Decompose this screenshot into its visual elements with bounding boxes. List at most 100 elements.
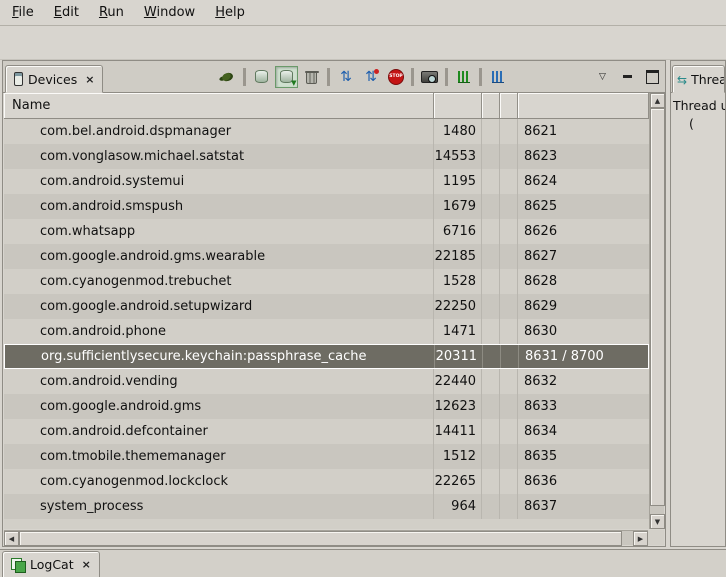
column-header-spare2[interactable] <box>500 93 518 118</box>
scrollbar-corner <box>648 530 664 545</box>
com.whatsapp[interactable]: com.whatsapp 6716 8626 <box>4 219 649 244</box>
process-pid: 964 <box>434 494 482 519</box>
process-port: 8631 / 8700 <box>519 345 648 368</box>
system_process[interactable]: system_process 964 8637 <box>4 494 649 519</box>
scroll-down-icon[interactable]: ▼ <box>650 514 665 529</box>
threads-panel: Threads Thread up ( <box>670 60 726 547</box>
com.android.systemui[interactable]: com.android.systemui 1195 8624 <box>4 169 649 194</box>
process-pid: 20311 <box>435 345 483 368</box>
com.cyanogenmod.trebuchet[interactable]: com.cyanogenmod.trebuchet 1528 8628 <box>4 269 649 294</box>
process-name: com.cyanogenmod.trebuchet <box>4 269 434 294</box>
stop-process-icon[interactable]: STOP <box>384 66 407 88</box>
device-icon <box>14 72 23 86</box>
process-port: 8629 <box>518 294 649 319</box>
process-port: 8623 <box>518 144 649 169</box>
process-name: com.android.smspush <box>4 194 434 219</box>
process-name: com.cyanogenmod.lockclock <box>4 469 434 494</box>
process-name: com.android.systemui <box>4 169 434 194</box>
process-pid: 6716 <box>434 219 482 244</box>
tab-devices[interactable]: Devices × <box>5 65 103 93</box>
debug-process-icon[interactable] <box>216 66 239 88</box>
minimize-icon[interactable] <box>616 66 639 88</box>
process-port: 8628 <box>518 269 649 294</box>
vertical-scrollbar[interactable]: ▲ ▼ <box>649 93 664 529</box>
menu-item[interactable]: Help <box>205 2 255 23</box>
column-header-port[interactable] <box>518 93 649 118</box>
process-name: org.sufficientlysecure.keychain:passphra… <box>5 345 435 368</box>
logcat-icon <box>11 558 25 572</box>
process-name: com.vonglasow.michael.satstat <box>4 144 434 169</box>
cause-gc-icon[interactable] <box>300 66 323 88</box>
process-pid: 1195 <box>434 169 482 194</box>
scroll-left-icon[interactable]: ◀ <box>4 531 19 546</box>
process-pid: 1512 <box>434 444 482 469</box>
process-pid: 22265 <box>434 469 482 494</box>
horizontal-scrollbar[interactable]: ◀ ▶ <box>4 530 648 545</box>
com.android.defcontainer[interactable]: com.android.defcontainer 14411 8634 <box>4 419 649 444</box>
threads-message-line1: Thread up <box>673 97 725 115</box>
tab-devices-label: Devices <box>28 72 77 87</box>
view-menu-icon[interactable]: ▽ <box>591 66 614 88</box>
toolbar-icon <box>327 68 330 86</box>
logcat-strip: LogCat × <box>0 549 726 577</box>
update-threads-icon[interactable] <box>334 66 357 88</box>
threads-message-line2: ( <box>673 115 725 133</box>
tab-logcat[interactable]: LogCat × <box>2 551 100 577</box>
com.cyanogenmod.lockclock[interactable]: com.cyanogenmod.lockclock 22265 8636 <box>4 469 649 494</box>
start-opengl-trace-icon[interactable] <box>486 66 509 88</box>
tab-threads[interactable]: Threads <box>672 65 725 93</box>
column-header-spare1[interactable] <box>482 93 500 118</box>
process-pid: 22440 <box>434 369 482 394</box>
process-port: 8637 <box>518 494 649 519</box>
process-pid: 1480 <box>434 119 482 144</box>
process-name: com.whatsapp <box>4 219 434 244</box>
scroll-right-icon[interactable]: ▶ <box>633 531 648 546</box>
dump-hprof-icon[interactable] <box>275 66 298 88</box>
process-port: 8632 <box>518 369 649 394</box>
menu-item[interactable]: Run <box>89 2 134 23</box>
com.android.vending[interactable]: com.android.vending 22440 8632 <box>4 369 649 394</box>
process-port: 8635 <box>518 444 649 469</box>
process-name: com.google.android.setupwizard <box>4 294 434 319</box>
process-name: com.google.android.gms <box>4 394 434 419</box>
column-header-pid[interactable] <box>434 93 482 118</box>
close-icon[interactable]: × <box>85 73 94 86</box>
process-port: 8625 <box>518 194 649 219</box>
toolbar-icon <box>511 66 589 88</box>
menu-item[interactable]: Edit <box>44 2 89 23</box>
threads-message: Thread up ( <box>671 93 725 133</box>
process-pid: 14411 <box>434 419 482 444</box>
process-name: com.tmobile.thememanager <box>4 444 434 469</box>
close-icon[interactable]: × <box>82 558 91 571</box>
table-header: Name <box>4 93 649 119</box>
update-heap-icon[interactable] <box>250 66 273 88</box>
toolbar-icon <box>445 68 448 86</box>
com.tmobile.thememanager[interactable]: com.tmobile.thememanager 1512 8635 <box>4 444 649 469</box>
vertical-scroll-thumb[interactable] <box>650 108 665 506</box>
threads-icon <box>677 72 687 87</box>
process-name: com.android.defcontainer <box>4 419 434 444</box>
com.android.smspush[interactable]: com.android.smspush 1679 8625 <box>4 194 649 219</box>
com.android.phone[interactable]: com.android.phone 1471 8630 <box>4 319 649 344</box>
menu-item[interactable]: Window <box>134 2 205 23</box>
process-port: 8621 <box>518 119 649 144</box>
horizontal-scroll-thumb[interactable] <box>19 531 622 546</box>
capture-system-trace-icon[interactable] <box>452 66 475 88</box>
process-name: com.bel.android.dspmanager <box>4 119 434 144</box>
com.vonglasow.michael.satstat[interactable]: com.vonglasow.michael.satstat 14553 8623 <box>4 144 649 169</box>
scroll-up-icon[interactable]: ▲ <box>650 93 665 108</box>
maximize-icon[interactable] <box>641 66 664 88</box>
com.bel.android.dspmanager[interactable]: com.bel.android.dspmanager 1480 8621 <box>4 119 649 144</box>
com.google.android.gms.wearable[interactable]: com.google.android.gms.wearable 22185 86… <box>4 244 649 269</box>
org.sufficientlysecure.keychain:passphrase_cache[interactable]: org.sufficientlysecure.keychain:passphra… <box>4 344 649 369</box>
com.google.android.gms[interactable]: com.google.android.gms 12623 8633 <box>4 394 649 419</box>
menu-item[interactable]: File <box>2 2 44 23</box>
start-method-profiling-icon[interactable] <box>359 66 382 88</box>
screen-capture-icon[interactable] <box>418 66 441 88</box>
process-pid: 22250 <box>434 294 482 319</box>
column-header-name[interactable]: Name <box>4 93 434 118</box>
process-pid: 1528 <box>434 269 482 294</box>
com.google.android.setupwizard[interactable]: com.google.android.setupwizard 22250 862… <box>4 294 649 319</box>
process-pid: 12623 <box>434 394 482 419</box>
process-pid: 1679 <box>434 194 482 219</box>
